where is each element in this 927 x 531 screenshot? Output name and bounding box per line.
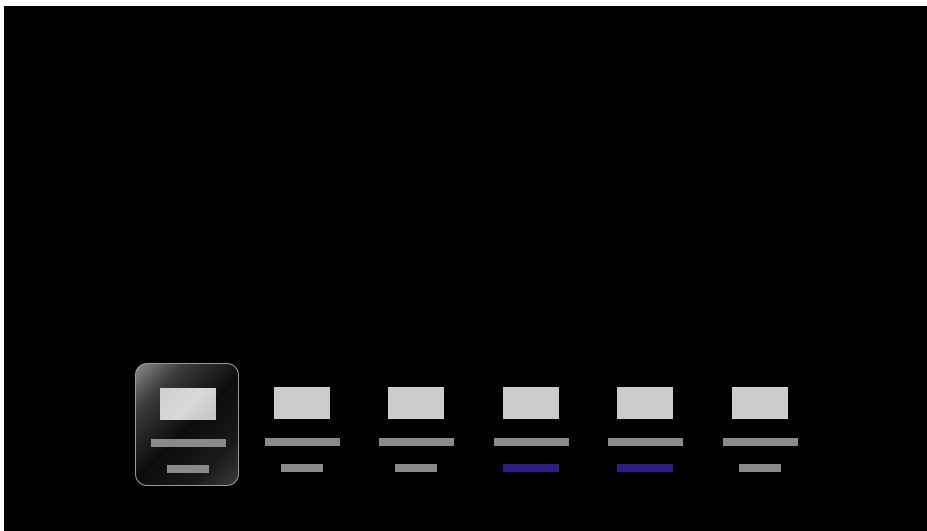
tile-thumbnail — [732, 387, 788, 419]
content-row — [135, 363, 835, 486]
tile-subtitle-placeholder — [739, 464, 781, 472]
tile-thumbnail — [274, 387, 330, 419]
tile-subtitle-placeholder — [617, 464, 673, 472]
tile-thumbnail — [388, 387, 444, 419]
tile-title-placeholder — [265, 438, 340, 446]
tile-title-placeholder — [151, 439, 226, 447]
tile-title-placeholder — [494, 438, 569, 446]
tile-thumbnail — [503, 387, 559, 419]
tile-subtitle-placeholder — [503, 464, 559, 472]
content-tile[interactable] — [250, 363, 354, 486]
tv-screen — [4, 6, 927, 531]
tile-subtitle-placeholder — [167, 465, 209, 473]
tile-title-placeholder — [608, 438, 683, 446]
tile-subtitle-placeholder — [395, 464, 437, 472]
content-tile[interactable] — [479, 363, 583, 486]
content-tile-selected[interactable] — [135, 363, 239, 486]
tile-thumbnail — [160, 388, 216, 420]
content-tile[interactable] — [364, 363, 468, 486]
tile-subtitle-placeholder — [281, 464, 323, 472]
tile-thumbnail — [617, 387, 673, 419]
content-tile[interactable] — [593, 363, 697, 486]
content-tile[interactable] — [708, 363, 812, 486]
tile-title-placeholder — [723, 438, 798, 446]
tile-title-placeholder — [379, 438, 454, 446]
